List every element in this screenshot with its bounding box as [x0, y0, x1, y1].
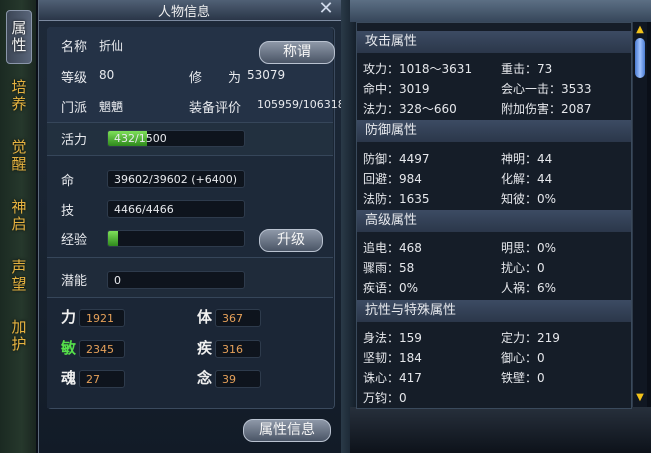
attack-row-3-right: 附加伤害：2087 — [501, 102, 592, 116]
attack-row-2-right: 会心一击：3533 — [501, 82, 592, 96]
resources-section: 命 39602/39602 (+6400) 技 4466/4466 经验 升级 — [47, 155, 333, 258]
advanced-row-3-right: 人祸：6% — [501, 281, 557, 295]
stat-agility-value: 2345 — [79, 340, 125, 358]
potential-label: 潜能 — [61, 274, 88, 289]
equip-rating-label: 装备评价 — [189, 101, 242, 116]
attack-header: 攻击属性 — [357, 31, 631, 53]
attribute-detail-panel: 攻击属性 攻力：1018～3631 重击：73 命中：3019 会心一击：353… — [356, 22, 632, 409]
window-title: 人物信息 — [157, 5, 210, 20]
basic-info-section: 名称 折仙 称谓 等级 80 修 为 53079 门派 魍魉 装备评价 1059… — [47, 27, 345, 122]
exp-label: 经验 — [61, 233, 88, 248]
hp-value: 39602/39602 (+6400) — [107, 170, 245, 188]
detail-panel-bottom — [350, 407, 651, 453]
skill-label: 技 — [61, 204, 75, 219]
stat-constitution-label: 体 — [197, 308, 213, 326]
defense-row-3-right: 知彼：0% — [501, 192, 557, 206]
stat-soul-label: 魂 — [61, 369, 77, 387]
sect-value: 魍魉 — [99, 100, 124, 114]
tab-divine[interactable]: 神启 — [6, 190, 32, 242]
hp-label: 命 — [61, 174, 75, 189]
stat-mind-value: 39 — [215, 370, 261, 388]
advanced-row-2-left: 骤雨：58 — [363, 261, 415, 275]
potential-value: 0 — [107, 271, 245, 289]
defense-row-2-right: 化解：44 — [501, 172, 553, 186]
skill-value: 4466/4466 — [107, 200, 245, 218]
resist-row-3-left: 诛心：417 — [363, 371, 422, 385]
tab-awaken[interactable]: 觉醒 — [6, 130, 32, 182]
advanced-header: 高级属性 — [357, 210, 631, 232]
defense-row-1-right: 神明：44 — [501, 152, 553, 166]
advanced-row-2-right: 扰心：0 — [501, 261, 545, 275]
upgrade-button[interactable]: 升级 — [259, 229, 323, 252]
scroll-down-icon[interactable]: ▼ — [634, 392, 646, 404]
resist-row-1-left: 身法：159 — [363, 331, 422, 345]
advanced-row-1-left: 追电：468 — [363, 241, 422, 255]
advanced-row-3-left: 疾语：0% — [363, 281, 419, 295]
defense-row-1-left: 防御：4497 — [363, 152, 430, 166]
vitality-section: 活力 432/1500 — [47, 122, 333, 156]
exp-bar-fill — [108, 231, 118, 246]
defense-header: 防御属性 — [357, 120, 631, 142]
attack-row-3-left: 法力：328～660 — [363, 102, 457, 116]
detail-scrollbar[interactable]: ▲ ▼ — [632, 22, 647, 407]
advanced-row-1-right: 明思：0% — [501, 241, 557, 255]
stat-speed-value: 316 — [215, 340, 261, 358]
tab-cultivate[interactable]: 培养 — [6, 70, 32, 122]
title-button[interactable]: 称谓 — [259, 41, 335, 64]
scroll-up-icon[interactable]: ▲ — [634, 24, 646, 36]
attack-row-1-right: 重击：73 — [501, 62, 553, 76]
title-bar[interactable]: 人物信息 ✕ — [39, 0, 341, 21]
side-tab-bar: 属性 培养 觉醒 神启 声望 加护 — [0, 0, 36, 453]
resist-row-4-left: 万钧：0 — [363, 391, 407, 405]
scroll-thumb[interactable] — [635, 38, 645, 78]
stat-strength-label: 力 — [61, 308, 77, 326]
equip-rating-value: 105959/106318 — [257, 98, 345, 111]
vitality-bar: 432/1500 — [107, 130, 245, 147]
cultivation-label: 修 为 — [189, 71, 242, 86]
level-value: 80 — [99, 68, 115, 82]
stat-mind-label: 念 — [197, 369, 213, 387]
tab-attributes[interactable]: 属性 — [6, 10, 32, 64]
cultivation-value: 53079 — [247, 68, 286, 82]
attack-row-2-left: 命中：3019 — [363, 82, 430, 96]
stat-soul-value: 27 — [79, 370, 125, 388]
vitality-value: 432/1500 — [114, 132, 167, 145]
resist-row-2-right: 御心：0 — [501, 351, 545, 365]
stat-constitution-value: 367 — [215, 309, 261, 327]
level-label: 等级 — [61, 71, 88, 86]
exp-bar — [107, 230, 245, 247]
potential-section: 潜能 0 — [47, 257, 333, 298]
detail-panel-top — [350, 0, 651, 22]
close-icon[interactable]: ✕ — [317, 0, 335, 18]
defense-row-2-left: 回避：984 — [363, 172, 422, 186]
core-stats-section: 力 1921 体 367 敏 2345 疾 316 魂 27 念 39 — [47, 297, 333, 408]
stat-agility-label: 敏 — [61, 339, 77, 357]
resist-row-2-left: 坚韧：184 — [363, 351, 422, 365]
vitality-label: 活力 — [61, 133, 88, 148]
name-label: 名称 — [61, 40, 88, 55]
stat-speed-label: 疾 — [197, 339, 213, 357]
sect-label: 门派 — [61, 101, 88, 116]
stat-strength-value: 1921 — [79, 309, 125, 327]
resist-row-3-right: 铁壁：0 — [501, 371, 545, 385]
defense-row-3-left: 法防：1635 — [363, 192, 430, 206]
tab-protection[interactable]: 加护 — [6, 310, 32, 362]
character-info-panel: 人物信息 ✕ 名称 折仙 称谓 等级 80 修 为 53079 门派 魍魉 装备… — [38, 0, 345, 453]
attack-row-1-left: 攻力：1018～3631 — [363, 62, 473, 76]
attribute-info-button[interactable]: 属性信息 — [243, 419, 331, 442]
resist-row-1-right: 定力：219 — [501, 331, 560, 345]
tab-reputation[interactable]: 声望 — [6, 250, 32, 302]
resist-header: 抗性与特殊属性 — [357, 300, 631, 322]
name-value: 折仙 — [99, 39, 124, 53]
panel-divider — [341, 0, 356, 453]
